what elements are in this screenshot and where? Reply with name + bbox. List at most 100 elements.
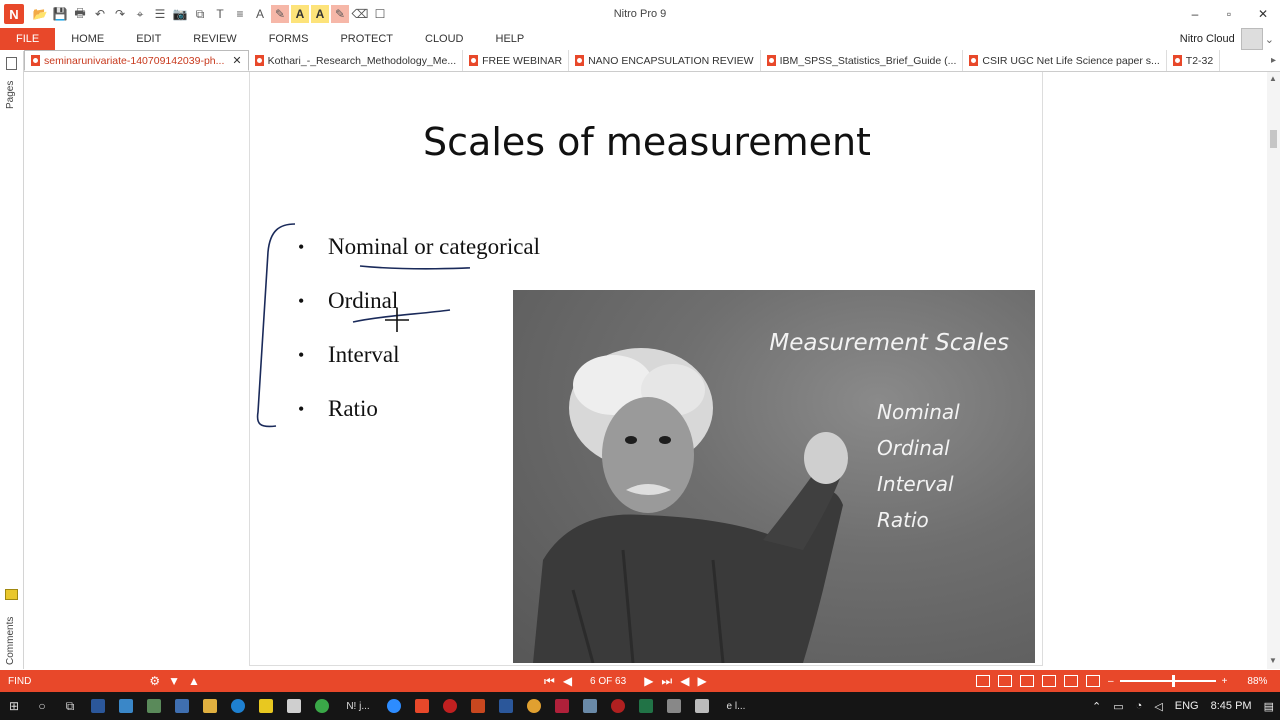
tab-edit[interactable]: EDIT [120,33,177,45]
open-icon[interactable]: 📂 [31,5,49,23]
browser-app-icon[interactable] [168,692,196,720]
print-icon[interactable]: 🖶 [71,5,89,23]
rectangle-icon[interactable]: ☐ [371,5,389,23]
forward-view-icon[interactable]: ▶ [697,674,706,688]
tab-home[interactable]: HOME [55,33,120,45]
nitro-app-icon[interactable] [408,692,436,720]
next-page-icon[interactable]: ▶ [644,674,653,688]
eraser-icon[interactable]: ⌫ [351,5,369,23]
mendeley-app-icon[interactable] [548,692,576,720]
word-app-icon[interactable] [84,692,112,720]
zoom-icon[interactable]: ⧉ [191,5,209,23]
zoom-level[interactable]: 88% [1247,676,1267,687]
select-icon[interactable]: ⌖ [131,5,149,23]
record-app-icon[interactable] [436,692,464,720]
network-icon[interactable]: ◔ [1136,700,1143,712]
tab-file[interactable]: FILE [0,28,56,50]
comments-icon[interactable] [5,589,18,600]
find-label[interactable]: FIND [8,676,31,687]
computer-app-icon[interactable] [112,692,140,720]
facing-view-icon[interactable] [1020,675,1034,687]
tab-review[interactable]: REVIEW [177,33,252,45]
circle-app-icon[interactable] [604,692,632,720]
tab-protect[interactable]: PROTECT [324,33,409,45]
scroll-up-icon[interactable]: ▲ [1269,74,1277,83]
doc-tab-webinar[interactable]: FREE WEBINAR [463,50,570,71]
excel-taskbar-button[interactable]: e l... [716,692,756,720]
shield-app-icon[interactable] [140,692,168,720]
highlight-text-icon[interactable]: A [311,5,329,23]
snapshot-icon[interactable]: 📷 [171,5,189,23]
previous-page-icon[interactable]: ◀ [563,674,572,688]
tab-forms[interactable]: FORMS [253,33,325,45]
whatsapp-app-icon[interactable] [308,692,336,720]
zoom-out-button[interactable]: – [1108,676,1114,687]
page-indicator[interactable]: 6 OF 63 [590,676,626,687]
doc-tab-nano[interactable]: NANO ENCAPSULATION REVIEW [569,50,761,71]
last-page-icon[interactable]: ⏭ [661,674,672,689]
nitro-taskbar-button[interactable]: Nǃ j... [336,692,380,720]
edge-app-icon[interactable] [224,692,252,720]
find-next-icon[interactable]: ▼ [168,674,180,688]
comments-panel-label[interactable]: Comments [5,605,16,665]
excel-app-icon[interactable] [632,692,660,720]
doc-tab-seminar[interactable]: seminarunivariate-140709142039-ph... ✕ [24,50,249,71]
document-viewer[interactable]: Scales of measurement • Nominal or catego… [25,72,1267,669]
minimize-button[interactable]: – [1178,0,1212,28]
zoom-slider-knob[interactable] [1172,675,1176,687]
windows-start-icon[interactable]: ⊞ [0,692,28,720]
volume-icon[interactable]: ◁ [1154,700,1162,713]
save-icon[interactable]: 💾 [51,5,69,23]
find-previous-icon[interactable]: ▲ [188,674,200,688]
scrollbar-thumb[interactable] [1270,130,1277,148]
first-page-icon[interactable]: ⏮ [544,674,555,689]
nitro-logo-icon[interactable]: N [4,4,24,24]
monitor-app-icon[interactable] [576,692,604,720]
battery-icon[interactable]: ▭ [1113,700,1123,713]
chevron-up-icon[interactable]: ⌃ [1092,700,1101,713]
language-indicator[interactable]: ENG [1175,700,1199,712]
doc-tab-spss[interactable]: IBM_SPSS_Statistics_Brief_Guide (... [761,50,964,71]
tab-help[interactable]: HELP [480,33,541,45]
cloud-user[interactable]: Nitro Cloud ⌄ [1180,28,1274,50]
notes-app-icon[interactable] [688,692,716,720]
zoom-in-button[interactable]: + [1222,676,1228,687]
avatar[interactable] [1240,28,1263,50]
type-text-icon[interactable]: T [211,5,229,23]
zoom-slider[interactable] [1119,675,1216,687]
gear-icon[interactable]: ⚙ [149,674,160,688]
task-view-icon[interactable]: ⧉ [56,692,84,720]
highlight-icon[interactable]: A [291,5,309,23]
clock[interactable]: 8:45 PM [1211,700,1252,712]
fit-width-icon[interactable] [1086,675,1100,687]
fit-page-icon[interactable] [1064,675,1078,687]
pages-panel-label[interactable]: Pages [5,69,16,109]
search-icon[interactable]: ○ [28,692,56,720]
notifications-icon[interactable]: ▤ [1264,700,1274,713]
continuous-view-icon[interactable] [998,675,1012,687]
doc-tab-kothari[interactable]: Kothari_-_Research_Methodology_Me... [249,50,464,71]
redo-icon[interactable]: ↷ [111,5,129,23]
doc-tab-t2[interactable]: T2-32 [1167,50,1221,71]
text-select-icon[interactable]: ☰ [151,5,169,23]
tab-cloud[interactable]: CLOUD [409,33,480,45]
strikeout-icon[interactable]: A [251,5,269,23]
close-button[interactable]: ✕ [1246,0,1280,28]
restore-button[interactable]: ▫ [1212,0,1246,28]
pen-icon[interactable]: ✎ [331,5,349,23]
powerpoint-app-icon[interactable] [464,692,492,720]
close-icon[interactable]: ✕ [232,54,241,67]
word-doc-app-icon[interactable] [492,692,520,720]
back-view-icon[interactable]: ◀ [680,674,689,688]
mail-app-icon[interactable] [280,692,308,720]
chevron-down-icon[interactable]: ⌄ [1265,33,1274,46]
scroll-down-icon[interactable]: ▼ [1269,656,1277,665]
vertical-scrollbar[interactable]: ▲ ▼ [1267,72,1280,669]
explorer-app-icon[interactable] [196,692,224,720]
tab-scroll-right-icon[interactable]: ▸ [1271,55,1276,66]
sticky-app-icon[interactable] [252,692,280,720]
facing-continuous-view-icon[interactable] [1042,675,1056,687]
doc-tab-csir[interactable]: CSIR UGC Net Life Science paper s... [963,50,1167,71]
undo-icon[interactable]: ↶ [91,5,109,23]
single-page-view-icon[interactable] [976,675,990,687]
